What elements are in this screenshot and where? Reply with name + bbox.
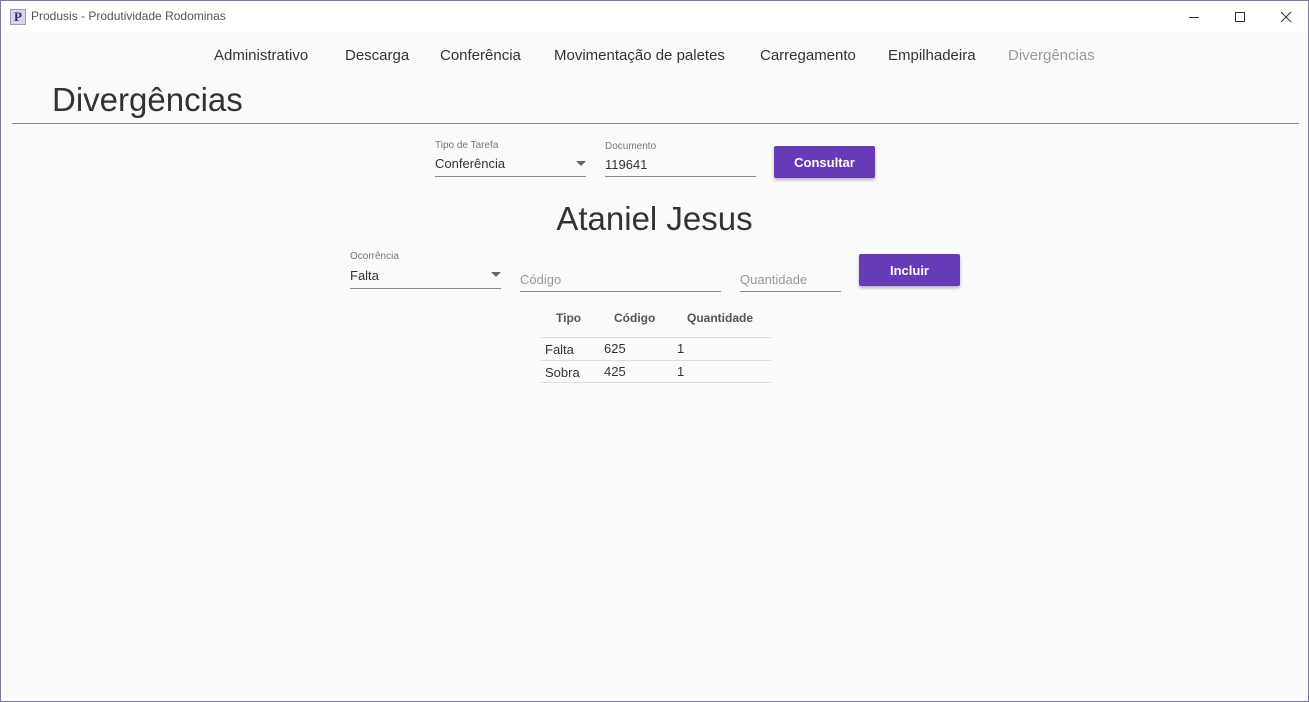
quantity-field[interactable]: Quantidade [740, 271, 841, 293]
consult-button[interactable]: Consultar [774, 146, 875, 178]
app-window: P Produsis - Produtividade Rodominas Adm… [0, 0, 1309, 702]
table-header-tipo: Tipo [556, 311, 582, 325]
table-header-quantidade: Quantidade [687, 311, 754, 325]
quantity-underline [740, 291, 841, 292]
maximize-button[interactable] [1217, 1, 1263, 32]
code-field[interactable]: Código [520, 271, 721, 293]
code-underline [520, 291, 721, 292]
nav-item-administrativo[interactable]: Administrativo [214, 47, 308, 64]
task-type-select[interactable]: Tipo de Tarefa Conferência [435, 140, 586, 178]
occurrence-select[interactable]: Ocorrência Falta [350, 251, 501, 289]
page-title: Divergências [52, 81, 243, 118]
nav-item-conferencia[interactable]: Conferência [440, 47, 521, 64]
nav-item-descarga[interactable]: Descarga [345, 47, 409, 64]
occurrence-underline [350, 288, 501, 289]
close-button[interactable] [1263, 1, 1309, 32]
minimize-icon [1189, 16, 1199, 18]
table-cell-tipo: Sobra [545, 365, 580, 380]
code-placeholder: Código [520, 272, 562, 287]
chevron-down-icon [491, 272, 501, 277]
nav-item-empilhadeira[interactable]: Empilhadeira [888, 47, 976, 64]
close-icon [1280, 11, 1292, 22]
maximize-icon [1235, 11, 1245, 22]
table-cell-quantidade: 1 [677, 364, 685, 379]
table-cell-quantidade: 1 [677, 341, 685, 356]
chevron-down-icon [576, 161, 586, 166]
title-bar: P Produsis - Produtividade Rodominas [1, 1, 1308, 32]
document-label: Documento [605, 141, 657, 152]
nav-item-divergencias[interactable]: Divergências [1008, 47, 1095, 64]
occurrence-label: Ocorrência [350, 251, 399, 262]
nav-item-movimentacao[interactable]: Movimentação de paletes [554, 47, 725, 64]
include-button[interactable]: Incluir [859, 254, 960, 286]
table-cell-codigo: 425 [604, 364, 626, 379]
person-name: Ataniel Jesus [556, 200, 753, 237]
occurrence-value: Falta [350, 268, 379, 283]
window-title: Produsis - Produtividade Rodominas [31, 9, 226, 23]
task-type-value: Conferência [435, 156, 506, 171]
task-type-label: Tipo de Tarefa [435, 140, 499, 151]
title-divider [12, 123, 1299, 124]
table-row: Falta 625 1 [541, 337, 771, 359]
table-cell-tipo: Falta [545, 342, 574, 357]
table-row: Sobra 425 1 [541, 360, 771, 383]
quantity-placeholder: Quantidade [740, 272, 808, 287]
nav-item-carregamento[interactable]: Carregamento [760, 47, 856, 64]
document-underline [605, 176, 756, 177]
app-logo-icon: P [10, 9, 26, 25]
table-header-codigo: Código [614, 311, 656, 325]
document-field[interactable]: Documento 119641 [605, 141, 756, 179]
document-value: 119641 [605, 157, 648, 172]
minimize-button[interactable] [1171, 1, 1217, 32]
task-type-underline [435, 176, 586, 177]
table-cell-codigo: 625 [604, 341, 626, 356]
main-nav: Administrativo Descarga Conferência Movi… [1, 47, 1308, 67]
